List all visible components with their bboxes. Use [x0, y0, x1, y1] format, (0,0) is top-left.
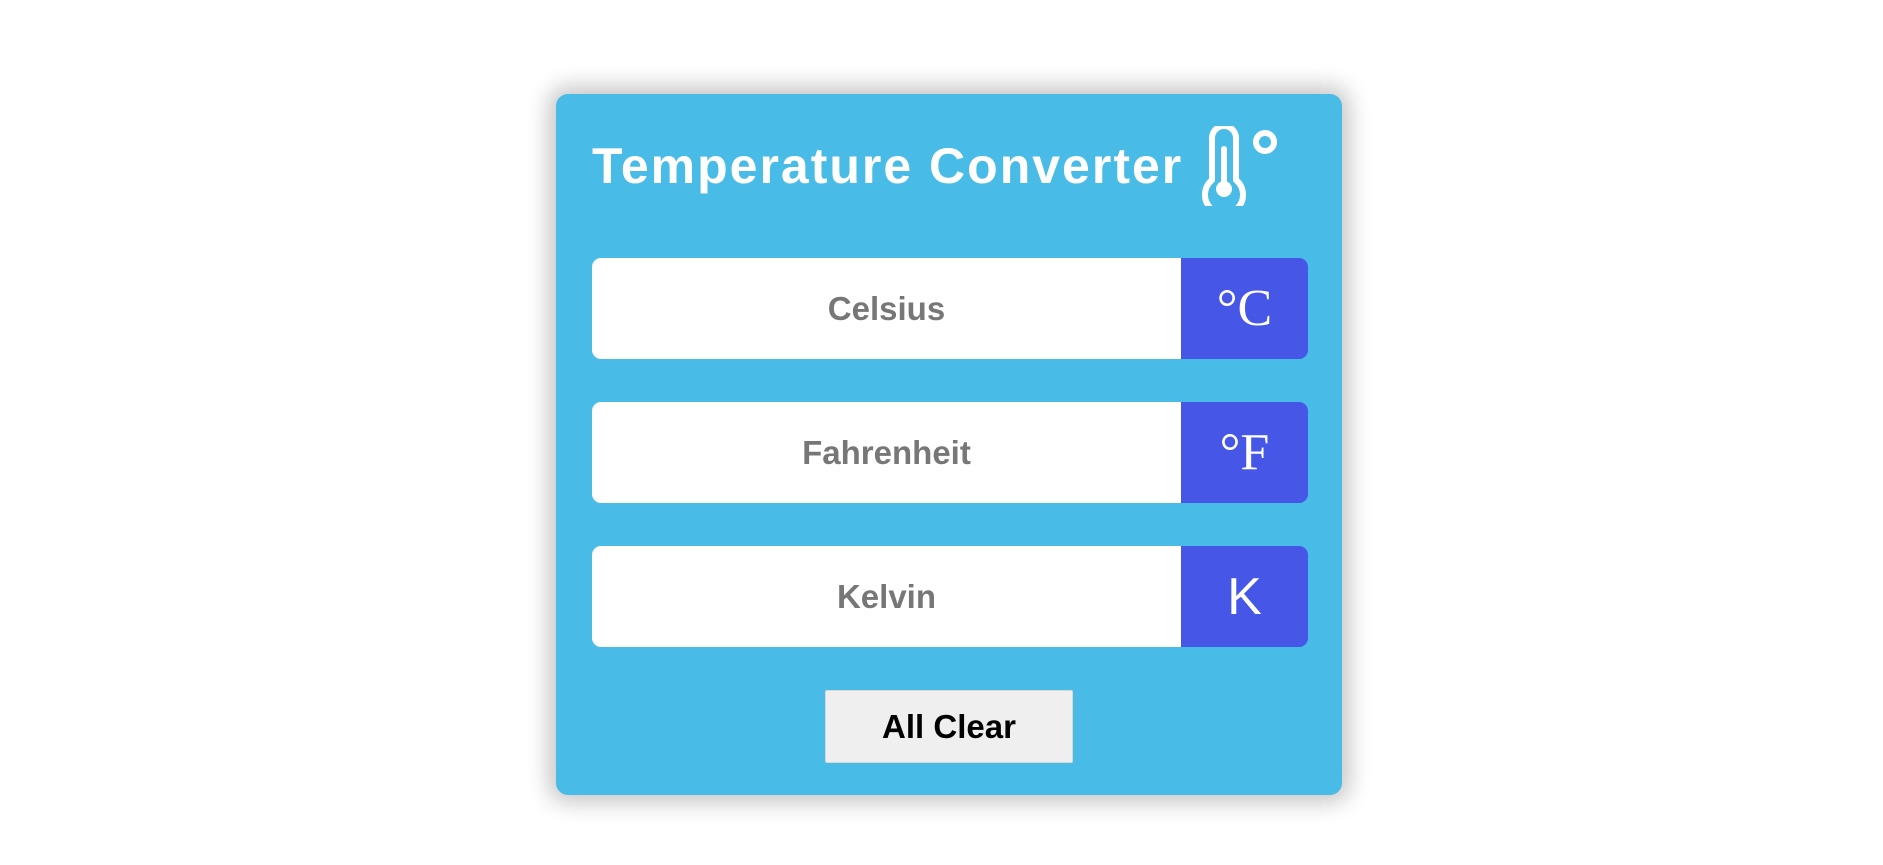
celsius-row: °C	[592, 258, 1308, 359]
fahrenheit-row: °F	[592, 402, 1308, 503]
header: Temperature Converter	[592, 123, 1308, 217]
kelvin-input[interactable]	[592, 546, 1181, 647]
app-title: Temperature Converter	[592, 138, 1184, 194]
kelvin-row: K	[592, 546, 1308, 647]
thermometer-icon	[1199, 123, 1283, 217]
celsius-input[interactable]	[592, 258, 1181, 359]
kelvin-unit-badge: K	[1181, 546, 1308, 647]
fahrenheit-input[interactable]	[592, 402, 1181, 503]
fahrenheit-unit-badge: °F	[1181, 402, 1308, 503]
celsius-unit-badge: °C	[1181, 258, 1308, 359]
converter-card: Temperature Converter °C °F K All Clear	[556, 94, 1342, 795]
all-clear-button[interactable]: All Clear	[825, 690, 1073, 763]
